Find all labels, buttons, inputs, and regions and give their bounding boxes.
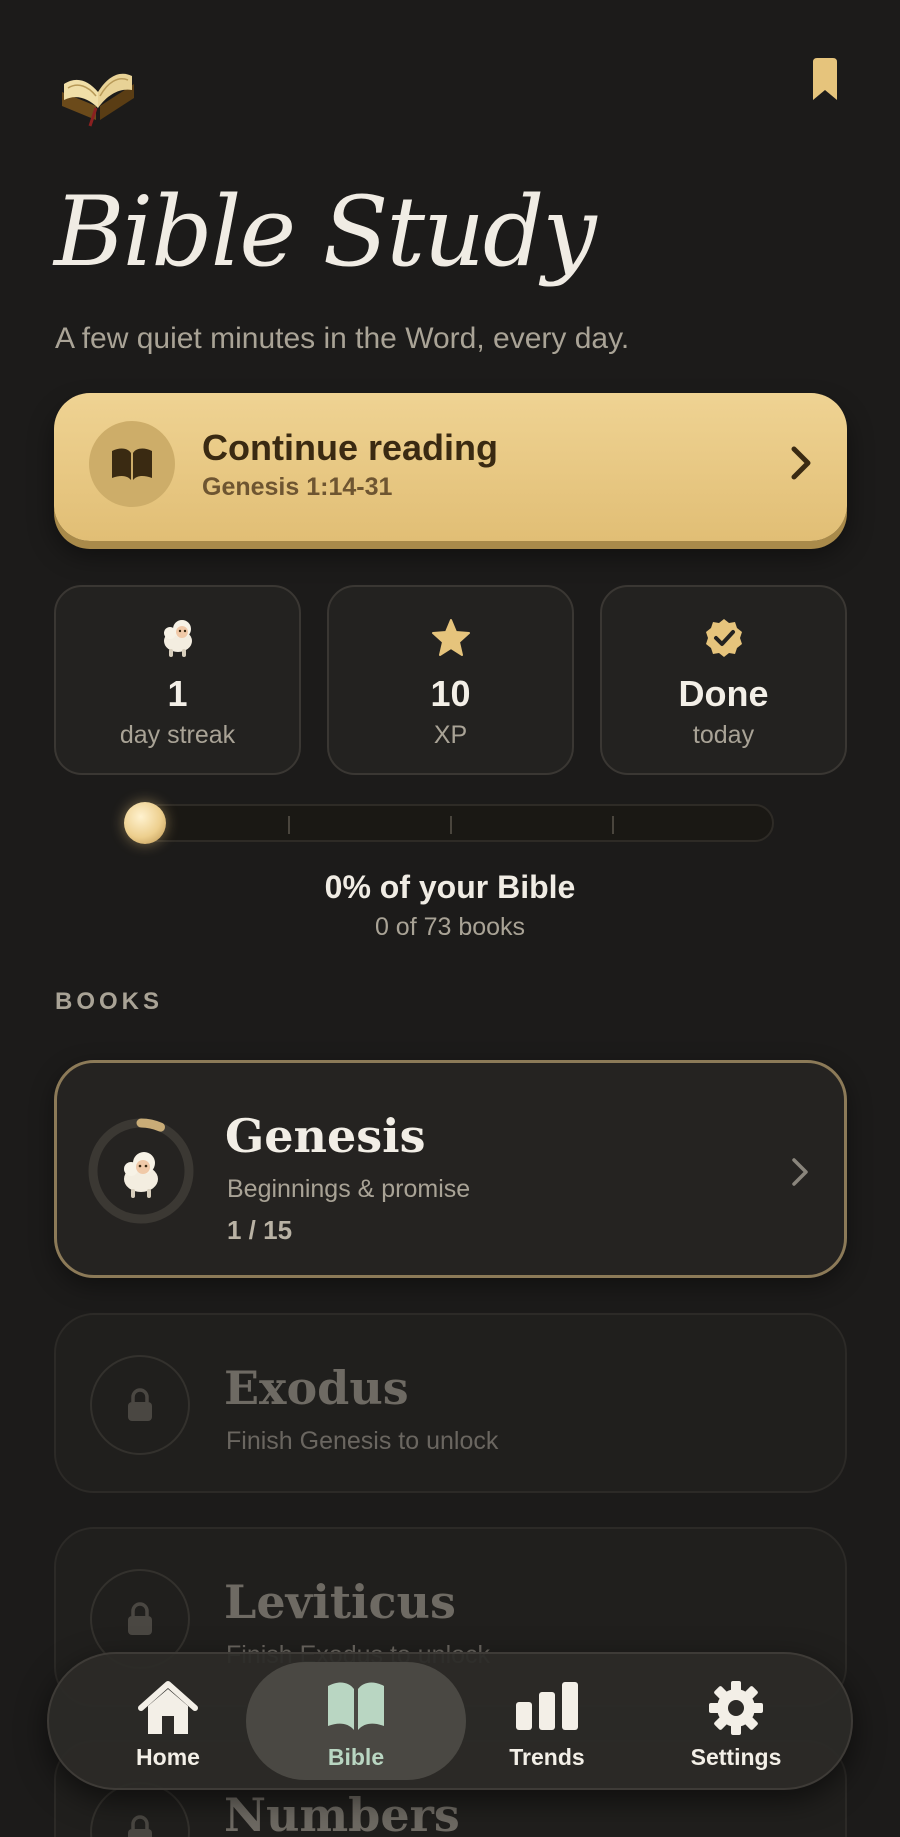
progress-tick bbox=[450, 816, 452, 834]
stat-xp: 10 XP bbox=[327, 585, 574, 775]
books-section-label: BOOKS bbox=[55, 988, 164, 1015]
tab-bible[interactable]: Bible bbox=[246, 1654, 466, 1788]
page-title: Bible Study bbox=[54, 176, 597, 288]
bible-progress-track bbox=[124, 804, 774, 842]
gear-icon bbox=[641, 1680, 831, 1736]
continue-reading-button[interactable]: Continue reading Genesis 1:14-31 bbox=[54, 393, 847, 541]
tab-label: Bible bbox=[327, 1744, 385, 1770]
continue-title: Continue reading bbox=[202, 427, 498, 468]
bookmark-icon[interactable] bbox=[810, 58, 840, 102]
lock-icon bbox=[90, 1355, 190, 1455]
lock-icon bbox=[90, 1782, 190, 1837]
progress-tick bbox=[288, 816, 290, 834]
stat-label: day streak bbox=[119, 721, 236, 749]
book-card-genesis[interactable]: Genesis Beginnings & promise 1 / 15 bbox=[54, 1060, 847, 1278]
book-title: Numbers bbox=[224, 1788, 460, 1837]
chevron-right-icon bbox=[789, 443, 813, 488]
lamb-icon bbox=[56, 617, 299, 661]
stat-label: XP bbox=[433, 721, 468, 749]
stat-value: 10 bbox=[430, 673, 471, 714]
tab-home[interactable]: Home bbox=[73, 1654, 263, 1788]
tab-bar: Home Bible Trends Settings bbox=[47, 1652, 853, 1790]
book-card-exodus[interactable]: Exodus Finish Genesis to unlock bbox=[54, 1313, 847, 1493]
book-chapter-count: 1 / 15 bbox=[227, 1215, 293, 1245]
book-subtitle: Finish Genesis to unlock bbox=[226, 1427, 499, 1455]
home-icon bbox=[73, 1680, 263, 1736]
book-title: Leviticus bbox=[224, 1575, 456, 1629]
open-bible-icon bbox=[56, 62, 140, 128]
verified-badge-icon bbox=[602, 617, 845, 661]
bar-chart-icon bbox=[452, 1680, 642, 1730]
book-progress-ring bbox=[88, 1118, 194, 1224]
open-book-icon bbox=[246, 1680, 466, 1732]
book-subtitle: Beginnings & promise bbox=[227, 1175, 471, 1203]
progress-knob bbox=[124, 802, 166, 844]
tab-settings[interactable]: Settings bbox=[641, 1654, 831, 1788]
progress-books: 0 of 73 books bbox=[374, 913, 526, 941]
progress-percent: 0% of your Bible bbox=[324, 869, 576, 905]
tab-label: Trends bbox=[509, 1744, 585, 1770]
book-title: Genesis bbox=[225, 1109, 426, 1163]
chevron-right-icon bbox=[790, 1156, 810, 1193]
tab-trends[interactable]: Trends bbox=[452, 1654, 642, 1788]
stat-value: 1 bbox=[167, 673, 188, 714]
continue-reference: Genesis 1:14-31 bbox=[202, 473, 393, 501]
page-subtitle: A few quiet minutes in the Word, every d… bbox=[55, 322, 630, 355]
book-icon bbox=[89, 421, 175, 507]
book-title: Exodus bbox=[224, 1361, 409, 1415]
stat-label: today bbox=[692, 721, 755, 749]
tab-label: Home bbox=[136, 1744, 200, 1770]
lamb-icon bbox=[124, 1152, 158, 1198]
stat-today: Done today bbox=[600, 585, 847, 775]
stat-streak: 1 day streak bbox=[54, 585, 301, 775]
star-icon bbox=[329, 617, 572, 661]
progress-tick bbox=[612, 816, 614, 834]
tab-label: Settings bbox=[690, 1744, 782, 1770]
stat-value: Done bbox=[678, 673, 769, 714]
